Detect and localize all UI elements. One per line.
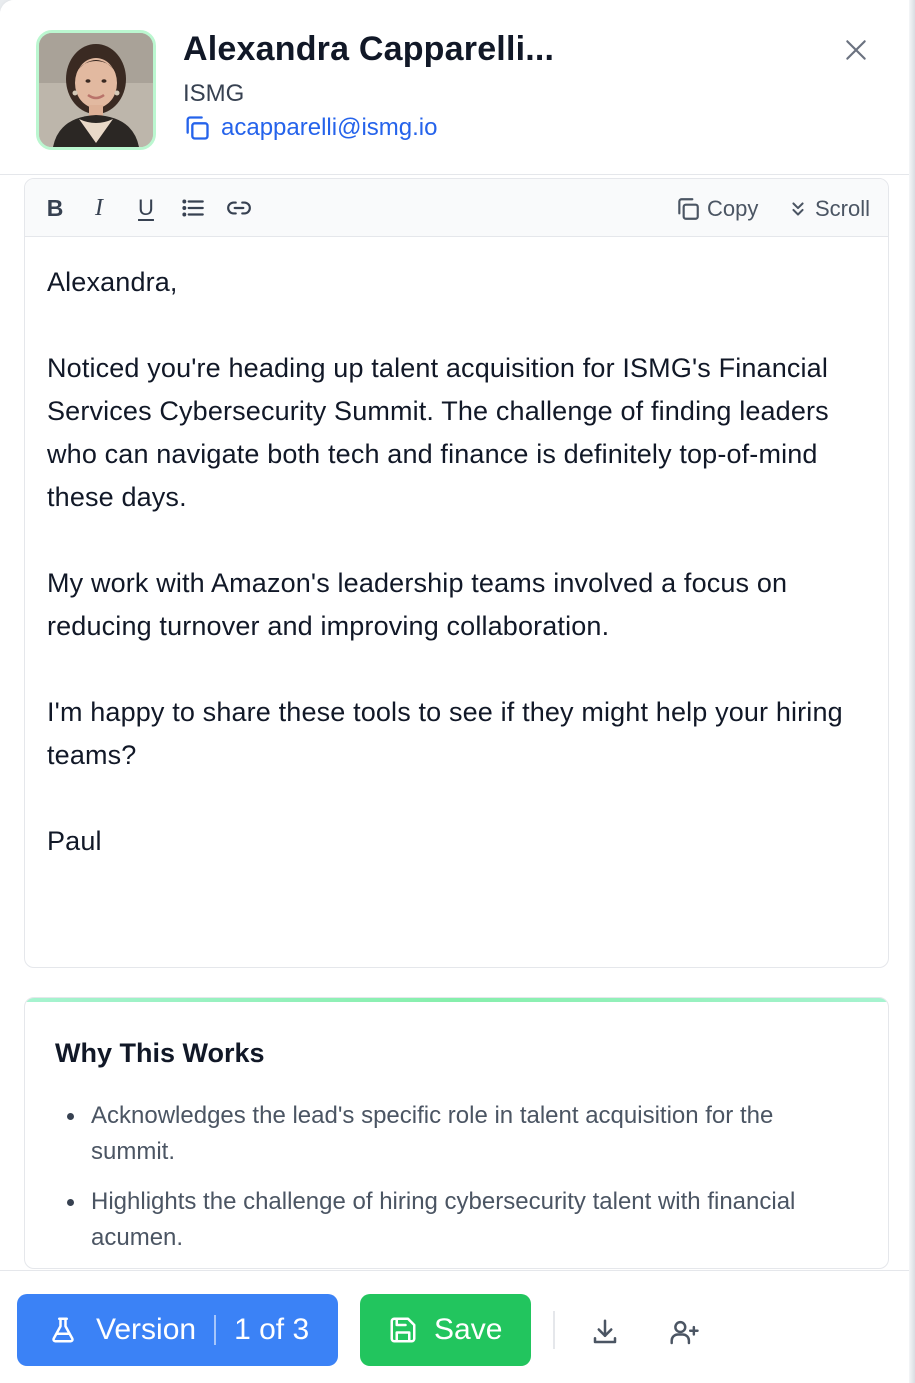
copy-icon[interactable] (183, 114, 211, 142)
email-paragraph: I'm happy to share these tools to see if… (47, 697, 843, 770)
save-icon (390, 1317, 416, 1343)
scroll-button[interactable]: Scroll (787, 193, 870, 225)
contact-email-link[interactable]: acapparelli@ismg.io (221, 114, 437, 142)
link-button[interactable] (222, 191, 256, 225)
email-editor: B I U Copy Scroll Alexandra, Noticed you… (24, 178, 889, 968)
editor-toolbar: B I U Copy Scroll (25, 179, 888, 237)
chevrons-down-icon (792, 202, 804, 216)
contact-company: ISMG (183, 80, 245, 107)
copy-button-label: Copy (707, 196, 759, 221)
copy-button[interactable]: Copy (675, 193, 758, 225)
email-signature: Paul (47, 826, 102, 856)
download-icon (593, 1319, 617, 1344)
underline-button[interactable]: U (129, 191, 163, 225)
avatar-photo (39, 33, 153, 147)
bullet-list-button[interactable] (176, 191, 210, 225)
email-paragraph: Noticed you're heading up talent acquisi… (47, 353, 829, 512)
close-button[interactable] (838, 32, 874, 68)
save-label: Save (434, 1313, 503, 1346)
user-plus-icon (670, 1320, 699, 1345)
contact-email-row: acapparelli@ismg.io (183, 114, 437, 142)
why-this-works-card: Why This Works Acknowledges the lead's s… (24, 997, 889, 1269)
card-accent-bar (25, 998, 888, 1002)
version-separator (214, 1315, 217, 1345)
why-this-works-title: Why This Works (55, 1038, 265, 1068)
email-paragraph: My work with Amazon's leadership teams i… (47, 568, 788, 641)
flask-icon (52, 1317, 74, 1343)
close-icon (846, 40, 866, 60)
footer-divider (553, 1311, 555, 1349)
email-greeting: Alexandra, (47, 267, 178, 297)
save-button[interactable]: Save (360, 1294, 531, 1366)
list-item: Acknowledges the lead's specific role in… (55, 1098, 855, 1170)
contact-header: Alexandra Capparelli... ISMG acapparelli… (0, 0, 909, 174)
version-label: Version (96, 1313, 197, 1346)
header-divider (0, 174, 909, 175)
contact-name: Alexandra Capparelli... (183, 30, 555, 68)
avatar (36, 30, 156, 150)
version-count: 1 of 3 (234, 1313, 310, 1346)
panel-edge (909, 0, 915, 1383)
action-footer: Version 1 of 3 Save (0, 1270, 909, 1383)
link-icon (227, 201, 251, 215)
email-composer-panel: Alexandra Capparelli... ISMG acapparelli… (0, 0, 909, 1383)
list-icon (182, 199, 204, 217)
scroll-button-label: Scroll (815, 196, 871, 221)
list-item: Highlights the challenge of hiring cyber… (55, 1184, 855, 1256)
italic-button[interactable]: I (82, 191, 116, 225)
copy-icon (678, 198, 699, 220)
bold-button[interactable]: B (38, 191, 72, 225)
version-button[interactable]: Version 1 of 3 (17, 1294, 338, 1366)
download-button[interactable] (586, 1313, 624, 1351)
add-contact-button[interactable] (664, 1313, 704, 1351)
email-body-editor[interactable]: Alexandra, Noticed you're heading up tal… (47, 261, 867, 863)
why-this-works-list: Acknowledges the lead's specific role in… (55, 1098, 855, 1268)
